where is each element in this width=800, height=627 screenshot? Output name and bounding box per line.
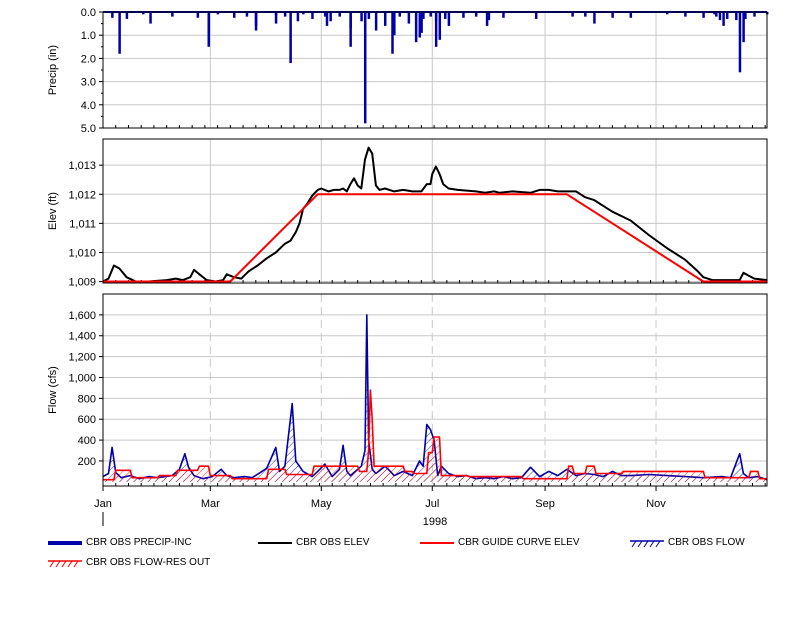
precip-bar bbox=[447, 12, 451, 26]
precip-bar bbox=[735, 12, 738, 21]
x-tick-label: Nov bbox=[646, 498, 666, 510]
precip-bar bbox=[149, 12, 152, 24]
legend-label-elev: CBR OBS ELEV bbox=[296, 537, 370, 548]
legend-item-elev: CBR OBS ELEV bbox=[258, 537, 369, 548]
y-tick-label: 1,400 bbox=[68, 331, 96, 343]
precip-bar bbox=[534, 12, 538, 19]
precip-bar bbox=[207, 12, 211, 47]
plot-area-2 bbox=[103, 139, 767, 283]
y-tick-label: 1,010 bbox=[68, 247, 96, 259]
x-tick-label: May bbox=[311, 498, 332, 510]
legend-swatch-guide bbox=[420, 541, 454, 544]
precip-bar bbox=[393, 12, 396, 36]
y-tick-label: 5.0 bbox=[81, 123, 96, 135]
y-tick-label: 1,200 bbox=[68, 352, 96, 364]
precip-bar bbox=[325, 12, 329, 26]
y-tick-label: 1,011 bbox=[69, 218, 96, 230]
precip-bar bbox=[374, 12, 378, 31]
precip-bar bbox=[349, 12, 352, 47]
y-tick-label: 1,600 bbox=[68, 310, 96, 322]
precip-bar bbox=[118, 12, 121, 54]
y-tick-label: 1,013 bbox=[68, 160, 96, 172]
precip-bar bbox=[438, 12, 442, 40]
precip-bar bbox=[311, 12, 314, 19]
precip-bar bbox=[593, 12, 596, 24]
legend-item-guide: CBR GUIDE CURVE ELEV bbox=[420, 537, 580, 548]
legend-item-precip: CBR OBS PRECIP-INC bbox=[48, 537, 192, 548]
y-tick-label: 1,009 bbox=[68, 277, 96, 289]
precip-bar bbox=[407, 12, 411, 24]
precip-bar bbox=[367, 12, 371, 19]
y-tick-label: 4.0 bbox=[81, 100, 96, 112]
legend-label-flow: CBR OBS FLOW bbox=[668, 537, 745, 548]
legend-label-resout: CBR OBS FLOW-RES OUT bbox=[86, 557, 211, 568]
precip-bar bbox=[434, 12, 438, 47]
legend-swatch-elev bbox=[258, 541, 292, 544]
y-axis-label: Flow (cfs) bbox=[47, 366, 59, 414]
y-tick-label: 0.0 bbox=[81, 7, 96, 19]
y-axis-label: Elev (ft) bbox=[47, 192, 59, 230]
x-axis-label: 1998 bbox=[423, 516, 447, 528]
precip-bar bbox=[254, 12, 258, 31]
legend-swatch-precip bbox=[48, 540, 82, 545]
y-tick-label: 3.0 bbox=[81, 77, 96, 89]
legend-label-precip: CBR OBS PRECIP-INC bbox=[86, 537, 192, 548]
precip-bar bbox=[718, 12, 722, 21]
precip-bar bbox=[742, 12, 745, 43]
precip-bar bbox=[418, 12, 422, 38]
precip-bar bbox=[360, 12, 363, 22]
x-tick-label: Sep bbox=[535, 498, 555, 510]
y-tick-label: 400 bbox=[78, 435, 96, 447]
x-tick-label: Jan bbox=[94, 498, 112, 510]
precip-bar bbox=[274, 12, 278, 24]
legend-item-flow: CBR OBS FLOW bbox=[630, 537, 745, 548]
precip-bar bbox=[738, 12, 742, 73]
precip-bar bbox=[725, 12, 729, 19]
x-tick-label: Mar bbox=[201, 498, 220, 510]
legend-label-guide: CBR GUIDE CURVE ELEV bbox=[458, 537, 580, 548]
precip-bar bbox=[722, 12, 725, 26]
y-tick-label: 200 bbox=[78, 456, 96, 468]
y-tick-label: 1,000 bbox=[68, 372, 96, 384]
legend-swatch-resout bbox=[48, 559, 82, 567]
x-tick-label: Jul bbox=[425, 498, 439, 510]
precip-bar bbox=[296, 12, 300, 22]
legend-item-resout: CBR OBS FLOW-RES OUT bbox=[48, 557, 210, 568]
precip-bar bbox=[485, 12, 489, 26]
precip-bar bbox=[289, 12, 292, 64]
y-tick-label: 1.0 bbox=[81, 30, 96, 42]
y-axis-label: Precip (in) bbox=[47, 45, 59, 95]
y-tick-label: 1,012 bbox=[68, 189, 96, 201]
y-tick-label: 800 bbox=[78, 393, 96, 405]
y-tick-label: 600 bbox=[78, 414, 96, 426]
precip-bar bbox=[444, 12, 447, 19]
precip-bar bbox=[329, 12, 332, 22]
chart-figure: 0.0 1.0 2.0 3.0 4.0 5.0 Precip (in) 1,009 1,010 1… bbox=[47, 7, 769, 528]
precip-bar bbox=[363, 12, 367, 124]
precip-bar bbox=[383, 12, 387, 26]
precip-bar bbox=[125, 12, 129, 19]
y-tick-label: 2.0 bbox=[81, 53, 96, 65]
precip-bar bbox=[414, 12, 418, 43]
legend-swatch-flow bbox=[630, 539, 664, 547]
